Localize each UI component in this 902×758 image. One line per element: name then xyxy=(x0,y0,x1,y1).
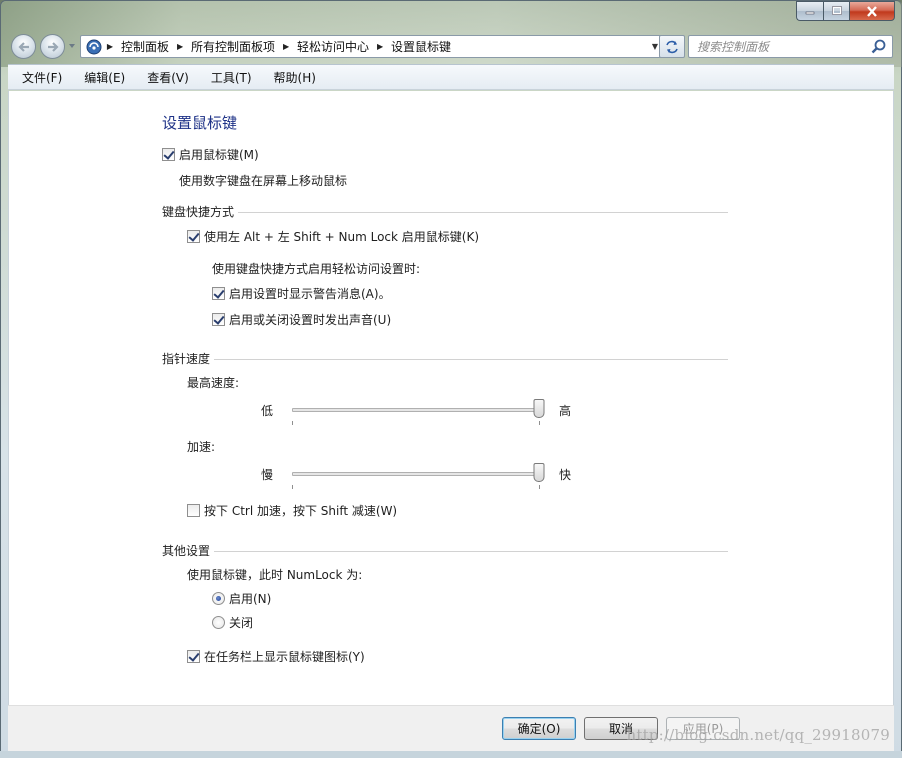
menu-view[interactable]: 查看(V) xyxy=(143,67,193,88)
numlock-on-radio[interactable]: 启用(N) xyxy=(212,590,271,607)
other-settings-section-header: 其他设置 xyxy=(162,542,728,559)
checkbox-box[interactable] xyxy=(187,650,200,663)
section-divider xyxy=(238,212,728,213)
other-settings-heading: 其他设置 xyxy=(162,544,211,558)
window-bottom-border xyxy=(0,751,902,758)
pointer-speed-heading: 指针速度 xyxy=(162,352,211,366)
refresh-button[interactable] xyxy=(659,35,685,58)
menu-edit[interactable]: 编辑(E) xyxy=(80,67,129,88)
enable-mouse-keys-label: 启用鼠标键(M) xyxy=(179,148,259,162)
acceleration-label: 加速: xyxy=(187,440,216,454)
section-divider xyxy=(214,359,728,360)
slider-track[interactable] xyxy=(292,408,540,412)
radio-button[interactable] xyxy=(212,616,225,629)
forward-button[interactable] xyxy=(40,34,65,59)
navigation-bar: ▶ 控制面板 ▶ 所有控制面板项 ▶ 轻松访问中心 ▶ 设置鼠标键 ▼ xyxy=(9,31,895,61)
top-speed-label: 最高速度: xyxy=(187,376,240,390)
maximize-button[interactable] xyxy=(823,1,849,21)
numlock-off-label: 关闭 xyxy=(229,616,254,630)
breadcrumb-separator-icon[interactable]: ▶ xyxy=(173,42,187,51)
menu-file[interactable]: 文件(F) xyxy=(18,67,66,88)
slider-tick xyxy=(292,421,293,425)
control-panel-icon xyxy=(86,39,102,54)
forward-arrow-icon xyxy=(47,41,59,52)
acceleration-slider[interactable] xyxy=(286,461,546,489)
sound-label: 启用或关闭设置时发出声音(U) xyxy=(229,313,392,327)
menu-bar: 文件(F) 编辑(E) 查看(V) 工具(T) 帮助(H) xyxy=(8,64,894,90)
taskbar-icon-label: 在任务栏上显示鼠标键图标(Y) xyxy=(204,650,365,664)
acceleration-low-label: 慢 xyxy=(260,467,273,482)
acceleration-high-label: 快 xyxy=(558,467,571,482)
keyboard-shortcut-heading: 键盘快捷方式 xyxy=(162,205,235,219)
numlock-label: 使用鼠标键，此时 NumLock 为: xyxy=(187,568,363,582)
slider-thumb[interactable] xyxy=(533,463,545,482)
minimize-button[interactable] xyxy=(796,1,823,21)
back-button[interactable] xyxy=(11,34,36,59)
sound-checkbox[interactable]: 启用或关闭设置时发出声音(U) xyxy=(212,311,391,328)
address-bar[interactable]: ▶ 控制面板 ▶ 所有控制面板项 ▶ 轻松访问中心 ▶ 设置鼠标键 ▼ xyxy=(80,35,666,58)
checkbox-box[interactable] xyxy=(212,287,225,300)
radio-button[interactable] xyxy=(212,592,225,605)
menu-tools[interactable]: 工具(T) xyxy=(207,67,256,88)
top-speed-high-label: 高 xyxy=(558,403,571,418)
breadcrumb-all-items[interactable]: 所有控制面板项 xyxy=(187,38,279,55)
top-speed-slider[interactable] xyxy=(286,397,546,425)
search-input[interactable] xyxy=(689,36,870,57)
slider-tick xyxy=(292,485,293,489)
back-arrow-icon xyxy=(17,41,29,52)
slider-tick xyxy=(539,421,540,425)
caption-buttons xyxy=(796,1,895,21)
keyboard-shortcut-section-header: 键盘快捷方式 xyxy=(162,203,728,220)
page-title: 设置鼠标键 xyxy=(162,114,238,132)
slider-track[interactable] xyxy=(292,472,540,476)
search-box[interactable] xyxy=(688,35,893,58)
taskbar-icon-checkbox[interactable]: 在任务栏上显示鼠标键图标(Y) xyxy=(187,648,365,665)
breadcrumb-mouse-keys[interactable]: 设置鼠标键 xyxy=(387,38,455,55)
top-speed-slider-row: 低 高 xyxy=(260,397,572,425)
breadcrumb-separator-icon[interactable]: ▶ xyxy=(279,42,293,51)
search-icon[interactable] xyxy=(870,38,888,56)
checkbox-box[interactable] xyxy=(212,313,225,326)
checkbox-box[interactable] xyxy=(162,148,175,161)
slider-thumb[interactable] xyxy=(533,399,545,418)
ctrl-shift-checkbox[interactable]: 按下 Ctrl 加速，按下 Shift 减速(W) xyxy=(187,502,397,519)
refresh-icon xyxy=(666,40,678,53)
content-area: 设置鼠标键 启用鼠标键(M) 使用数字键盘在屏幕上移动鼠标 键盘快捷方式 使用左… xyxy=(8,91,894,705)
enable-description: 使用数字键盘在屏幕上移动鼠标 xyxy=(179,174,348,188)
close-button[interactable] xyxy=(849,1,895,21)
acceleration-slider-row: 慢 快 xyxy=(260,461,572,489)
pointer-speed-section-header: 指针速度 xyxy=(162,350,728,367)
enable-mouse-keys-checkbox[interactable]: 启用鼠标键(M) xyxy=(162,146,259,163)
menu-help[interactable]: 帮助(H) xyxy=(270,67,320,88)
warning-message-checkbox[interactable]: 启用设置时显示警告消息(A)。 xyxy=(212,285,391,302)
checkbox-box[interactable] xyxy=(187,230,200,243)
maximize-icon xyxy=(831,6,842,15)
shortcut-label: 使用左 Alt + 左 Shift + Num Lock 启用鼠标键(K) xyxy=(204,230,480,244)
breadcrumb-control-panel[interactable]: 控制面板 xyxy=(117,38,173,55)
numlock-off-radio[interactable]: 关闭 xyxy=(212,614,253,631)
watermark-text: http://blog.csdn.net/qq_29918079 xyxy=(626,726,890,744)
warning-message-label: 启用设置时显示警告消息(A)。 xyxy=(229,287,391,301)
checkbox-box[interactable] xyxy=(187,504,200,517)
close-icon xyxy=(867,5,877,17)
minimize-icon xyxy=(805,11,815,15)
breadcrumb-separator-icon[interactable]: ▶ xyxy=(373,42,387,51)
slider-tick xyxy=(539,485,540,489)
shortcut-checkbox[interactable]: 使用左 Alt + 左 Shift + Num Lock 启用鼠标键(K) xyxy=(187,228,479,245)
recent-pages-dropdown-icon[interactable] xyxy=(68,42,76,50)
ctrl-shift-label: 按下 Ctrl 加速，按下 Shift 减速(W) xyxy=(204,504,398,518)
section-divider xyxy=(214,551,728,552)
breadcrumb-ease-of-access[interactable]: 轻松访问中心 xyxy=(293,38,373,55)
when-using-shortcut-text: 使用键盘快捷方式启用轻松访问设置时: xyxy=(212,262,421,276)
top-speed-low-label: 低 xyxy=(260,403,273,418)
numlock-on-label: 启用(N) xyxy=(229,592,272,606)
breadcrumb-separator-icon[interactable]: ▶ xyxy=(103,42,117,51)
ok-button[interactable]: 确定(O) xyxy=(502,717,576,740)
